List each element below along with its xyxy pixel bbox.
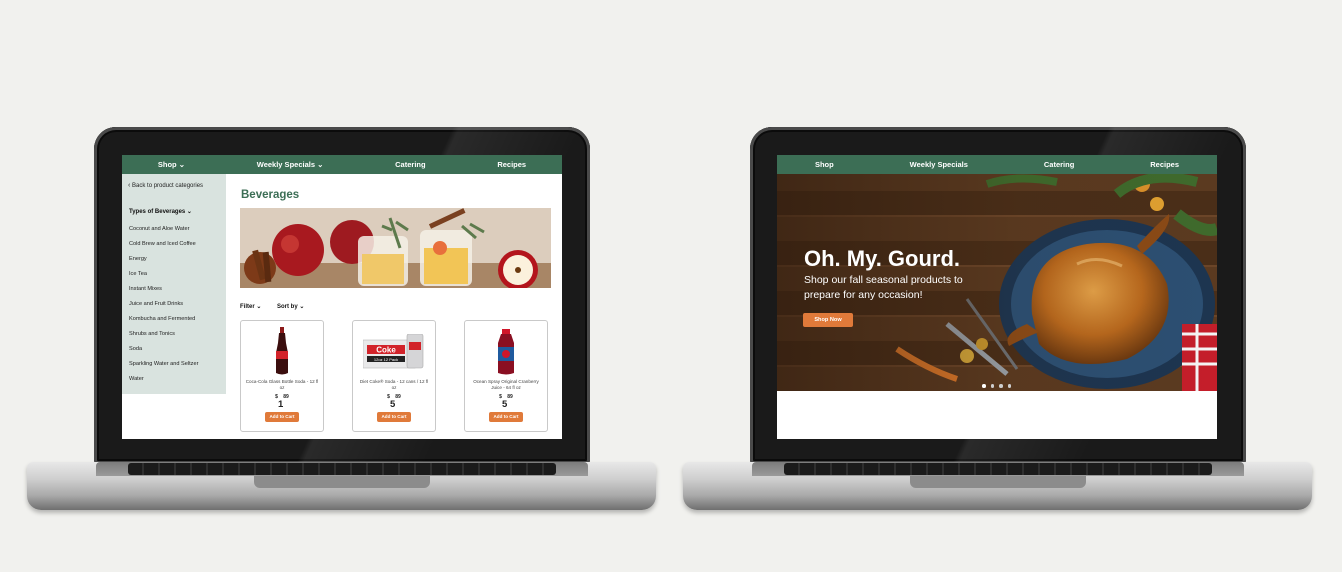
- chevron-down-icon: ⌄: [299, 304, 305, 310]
- laptop-trackpad-notch: [910, 476, 1086, 488]
- product-price: $589: [499, 394, 513, 410]
- add-to-cart-button[interactable]: Add to Cart: [377, 412, 411, 422]
- shop-now-button[interactable]: Shop Now: [803, 313, 853, 327]
- category-item[interactable]: Cold Brew and Iced Coffee: [129, 241, 198, 256]
- coca-cola-bottle-image: [276, 327, 288, 375]
- category-item[interactable]: Ice Tea: [129, 271, 198, 286]
- top-nav: Shop ⌄ Weekly Specials ⌄ Catering Recipe…: [122, 155, 562, 174]
- category-item[interactable]: Coconut and Aloe Water: [129, 226, 198, 241]
- product-name: Diet Coke® Soda - 12 cans / 12 fl oz: [359, 379, 429, 390]
- chevron-down-icon: ⌄: [178, 160, 186, 169]
- nav-shop[interactable]: Shop: [815, 160, 834, 169]
- chevron-down-icon: ⌄: [256, 304, 262, 310]
- pack-brand-label: Coke: [376, 346, 396, 355]
- nav-catering[interactable]: Catering: [395, 160, 425, 169]
- nav-recipes[interactable]: Recipes: [497, 160, 526, 169]
- carousel-indicators: [982, 384, 1011, 388]
- product-card[interactable]: Coca-Cola Glass Bottle Soda - 12 fl oz $…: [240, 320, 324, 432]
- product-card[interactable]: Coke 12oz 12 Pack Diet Coke® Soda - 12 c…: [352, 320, 436, 432]
- category-item[interactable]: Instant Mixes: [129, 286, 198, 301]
- category-heading[interactable]: Types of Beverages ⌄: [129, 208, 192, 215]
- nav-recipes[interactable]: Recipes: [1150, 160, 1179, 169]
- pack-size-label: 12oz 12 Pack: [374, 357, 398, 362]
- filter-button[interactable]: Filter ⌄: [240, 303, 261, 310]
- category-list: Coconut and Aloe Water Cold Brew and Ice…: [129, 226, 198, 391]
- cranberry-juice-bottle-image: [498, 329, 514, 375]
- beverages-banner-image: [240, 208, 551, 288]
- category-sidebar: ‹ Back to product categories Types of Be…: [122, 174, 226, 394]
- hero-title: Oh. My. Gourd.: [804, 246, 961, 271]
- product-price: $189: [275, 394, 289, 410]
- nav-weekly-specials[interactable]: Weekly Specials ⌄: [257, 160, 324, 169]
- carousel-dot[interactable]: [1007, 384, 1011, 388]
- add-to-cart-button[interactable]: Add to Cart: [489, 412, 523, 422]
- product-card[interactable]: Ocean Spray Original Cranberry Juice - 6…: [464, 320, 548, 432]
- carousel-dot[interactable]: [999, 384, 1003, 388]
- carousel-dot[interactable]: [990, 384, 994, 388]
- product-name: Coca-Cola Glass Bottle Soda - 12 fl oz: [245, 379, 319, 390]
- category-item[interactable]: Juice and Fruit Drinks: [129, 301, 198, 316]
- left-screen: Shop ⌄ Weekly Specials ⌄ Catering Recipe…: [122, 155, 562, 439]
- right-screen: Shop Weekly Specials Catering Recipes Oh…: [777, 155, 1217, 439]
- laptop-trackpad-notch: [254, 476, 430, 488]
- product-price: $589: [387, 394, 401, 410]
- laptop-keyboard: [784, 463, 1212, 475]
- top-nav: Shop Weekly Specials Catering Recipes: [777, 155, 1217, 174]
- category-item[interactable]: Shrubs and Tonics: [129, 331, 198, 346]
- category-item[interactable]: Water: [129, 376, 198, 391]
- category-item[interactable]: Soda: [129, 346, 198, 361]
- laptop-keyboard: [128, 463, 556, 475]
- chevron-down-icon: ⌄: [186, 209, 192, 215]
- diet-coke-pack-image: Coke 12oz 12 Pack: [363, 334, 424, 369]
- back-link[interactable]: ‹ Back to product categories: [128, 182, 203, 189]
- sort-button[interactable]: Sort by ⌄: [277, 303, 304, 310]
- chevron-down-icon: ⌄: [317, 160, 324, 169]
- hero-subtitle: Shop our fall seasonal products to prepa…: [804, 274, 963, 301]
- product-name: Ocean Spray Original Cranberry Juice - 6…: [473, 379, 539, 390]
- page-title: Beverages: [241, 189, 300, 201]
- nav-catering[interactable]: Catering: [1044, 160, 1074, 169]
- category-item[interactable]: Energy: [129, 256, 198, 271]
- nav-weekly-specials[interactable]: Weekly Specials: [910, 160, 968, 169]
- nav-shop[interactable]: Shop ⌄: [158, 160, 185, 169]
- carousel-dot[interactable]: [982, 384, 986, 388]
- add-to-cart-button[interactable]: Add to Cart: [265, 412, 299, 422]
- chevron-left-icon: ‹: [128, 182, 131, 189]
- category-item[interactable]: Sparkling Water and Seltzer: [129, 361, 198, 376]
- hero-banner: Oh. My. Gourd. Shop our fall seasonal pr…: [777, 174, 1217, 391]
- category-item[interactable]: Kombucha and Fermented: [129, 316, 198, 331]
